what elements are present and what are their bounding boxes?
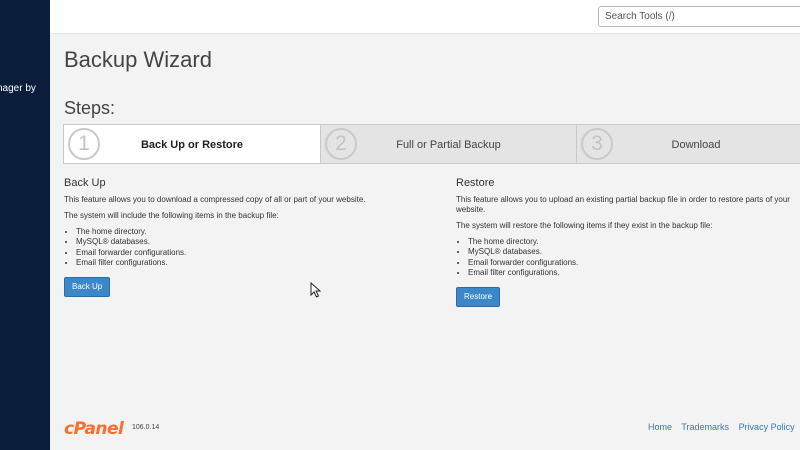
list-item: The home directory. (76, 227, 434, 237)
main-content: Backup Wizard Steps: Back Up or Restore … (50, 34, 800, 450)
backup-section: Back Up This feature allows you to downl… (64, 177, 434, 297)
step-number-1: 1 (68, 128, 100, 160)
backup-items-list: The home directory. MySQL® databases. Em… (76, 227, 434, 269)
footer-link-trademarks[interactable]: Trademarks (681, 422, 729, 432)
footer-links: Home Trademarks Privacy Policy (648, 422, 800, 432)
sidebar-brand-text[interactable]: nager by (0, 83, 36, 94)
backup-heading: Back Up (64, 177, 106, 189)
restore-heading: Restore (456, 177, 495, 189)
version-text: 106.0.14 (132, 424, 160, 431)
steps-bar: Back Up or Restore 1 Full or Partial Bac… (63, 124, 800, 164)
restore-items-list: The home directory. MySQL® databases. Em… (468, 237, 800, 279)
list-item: Email forwarder configurations. (76, 248, 434, 258)
step-download: Download 3 (576, 124, 800, 164)
restore-button[interactable]: Restore (456, 286, 501, 307)
list-item: MySQL® databases. (76, 237, 434, 247)
footer-link-home[interactable]: Home (648, 422, 672, 432)
mouse-cursor-icon (310, 282, 322, 298)
steps-heading: Steps: (64, 98, 116, 118)
cpanel-logo[interactable]: cPanel (64, 419, 124, 439)
back-up-button[interactable]: Back Up (64, 276, 111, 297)
backup-description: This feature allows you to download a co… (64, 195, 366, 204)
list-item: Email filter configurations. (468, 268, 800, 278)
footer-link-privacy-policy[interactable]: Privacy Policy (739, 422, 795, 432)
step-back-up-or-restore: Back Up or Restore 1 (63, 124, 321, 164)
page-title: Backup Wizard (64, 47, 212, 72)
list-item: Email filter configurations. (76, 258, 434, 268)
step-number-2: 2 (325, 128, 357, 160)
sidebar: nager by (0, 0, 50, 450)
backup-items-intro: The system will include the following it… (64, 211, 279, 220)
step-label: Back Up or Restore (140, 139, 244, 151)
restore-items-intro: The system will restore the following it… (456, 221, 713, 230)
step-full-or-partial-backup: Full or Partial Backup 2 (320, 124, 577, 164)
restore-section: Restore This feature allows you to uploa… (456, 177, 800, 307)
list-item: Email forwarder configurations. (468, 258, 800, 268)
step-number-3: 3 (581, 128, 613, 160)
list-item: The home directory. (468, 237, 800, 247)
restore-description: This feature allows you to upload an exi… (456, 195, 790, 214)
top-bar (50, 0, 800, 34)
search-tools-input[interactable] (598, 6, 800, 27)
list-item: MySQL® databases. (468, 247, 800, 257)
step-label: Full or Partial Backup (396, 139, 501, 151)
